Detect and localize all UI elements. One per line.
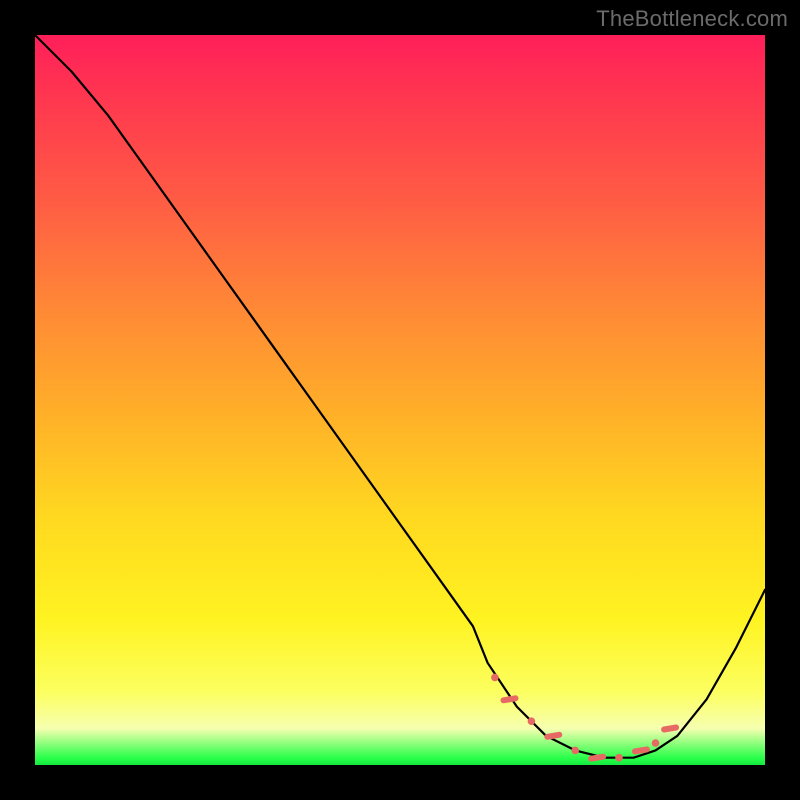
marker-dash: [591, 757, 603, 759]
marker-dot: [615, 754, 623, 762]
plot-area: [35, 35, 765, 765]
marker-dot: [528, 717, 536, 725]
curve-svg: [35, 35, 765, 765]
marker-dot: [571, 747, 579, 755]
marker-dash: [664, 728, 676, 730]
bottleneck-curve: [35, 35, 765, 758]
chart-frame: TheBottleneck.com: [0, 0, 800, 800]
marker-dot: [491, 674, 499, 682]
highlighted-range-markers: [491, 674, 676, 762]
marker-dot: [652, 739, 660, 747]
marker-dash: [635, 749, 647, 751]
watermark-text: TheBottleneck.com: [596, 6, 788, 32]
marker-dash: [547, 735, 559, 737]
marker-dash: [504, 698, 516, 700]
